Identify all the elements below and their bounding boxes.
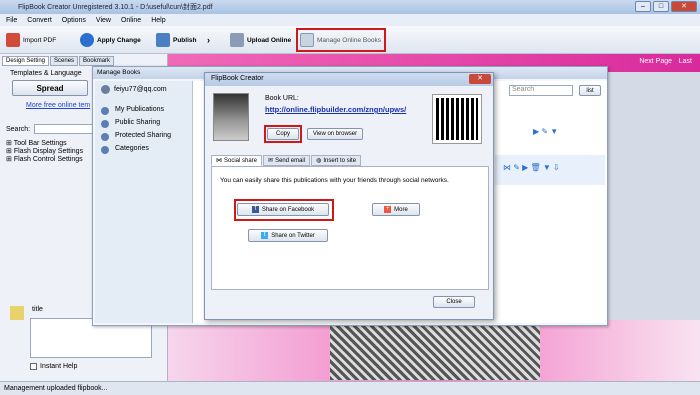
manage-icon bbox=[300, 33, 314, 47]
menu-help[interactable]: Help bbox=[151, 17, 165, 24]
next-page-button[interactable]: Next Page bbox=[639, 58, 672, 65]
minimize-button[interactable]: – bbox=[635, 1, 651, 12]
nav-categories[interactable]: Categories bbox=[95, 145, 192, 158]
share-description: You can easily share this publications w… bbox=[220, 177, 449, 184]
tab-design-setting[interactable]: Design Setting bbox=[2, 56, 50, 66]
user-icon bbox=[101, 85, 110, 94]
title-bar: FlipBook Creator Unregistered 3.10.1 - D… bbox=[0, 0, 700, 14]
dialog-close-button[interactable]: Close bbox=[433, 296, 475, 308]
plus-icon: + bbox=[384, 206, 392, 213]
manage-online-books-button[interactable]: Manage Online Books bbox=[296, 28, 386, 52]
instant-help-checkbox[interactable]: Instant Help bbox=[30, 363, 77, 370]
menu-file[interactable]: File bbox=[6, 17, 17, 24]
publications-icon bbox=[101, 107, 109, 115]
close-button[interactable]: ✕ bbox=[671, 1, 697, 12]
upload-icon bbox=[230, 33, 244, 47]
book-thumbnail bbox=[213, 93, 249, 141]
flash-display-settings[interactable]: ⊞ Flash Display Settings bbox=[6, 148, 83, 156]
maximize-button[interactable]: □ bbox=[653, 1, 669, 12]
publish-button[interactable]: Publish bbox=[156, 31, 196, 49]
copy-button[interactable]: Copy bbox=[267, 128, 299, 140]
more-templates-link[interactable]: More free online tem bbox=[26, 102, 90, 109]
tab-send-email[interactable]: ✉ Send email bbox=[263, 155, 311, 166]
search-input[interactable] bbox=[34, 124, 94, 134]
list-view-button[interactable]: list bbox=[579, 85, 601, 96]
user-row: feiyu77@qq.com bbox=[95, 81, 192, 98]
nav-public-sharing[interactable]: Public Sharing bbox=[95, 119, 192, 132]
twitter-icon: t bbox=[261, 232, 269, 239]
apply-change-button[interactable]: Apply Change bbox=[80, 31, 141, 49]
status-bar: Management uploaded flipbook... bbox=[0, 381, 700, 395]
import-pdf-button[interactable]: Import PDF bbox=[6, 31, 56, 49]
facebook-icon: f bbox=[251, 206, 259, 213]
tab-bookmark[interactable]: Bookmark bbox=[79, 56, 115, 66]
search-label: Search: bbox=[6, 126, 31, 133]
menu-convert[interactable]: Convert bbox=[27, 17, 52, 24]
publish-icon bbox=[156, 33, 170, 47]
dialog-close-icon[interactable]: ✕ bbox=[469, 74, 491, 84]
pdf-icon bbox=[6, 33, 20, 47]
refresh-icon bbox=[80, 33, 94, 47]
nav-my-publications[interactable]: My Publications bbox=[95, 106, 192, 119]
tab-social-share[interactable]: ⋈ Social share bbox=[211, 155, 263, 166]
share-dialog: FlipBook Creator ✕ Book URL: http://onli… bbox=[204, 72, 494, 320]
globe-icon bbox=[101, 120, 109, 128]
tab-insert-to-site[interactable]: ◍ Insert to site bbox=[311, 155, 362, 166]
menu-options[interactable]: Options bbox=[62, 17, 86, 24]
row2-actions-icon[interactable]: ⋈ ✎ ▶ 🗑 ▼ ⇩ bbox=[503, 163, 560, 172]
last-page-button[interactable]: Last bbox=[679, 58, 692, 65]
social-share-panel: You can easily share this publications w… bbox=[211, 166, 489, 290]
upload-online-button[interactable]: Upload Online bbox=[230, 31, 291, 49]
qr-code-icon bbox=[432, 94, 482, 144]
spread-button[interactable]: Spread bbox=[12, 80, 88, 96]
share-tabs: ⋈ Social share ✉ Send email ◍ Insert to sit… bbox=[211, 155, 362, 166]
tab-scenes[interactable]: Scenes bbox=[50, 56, 79, 66]
share-facebook-button[interactable]: f Share on Facebook bbox=[237, 203, 329, 216]
tool-bar-settings[interactable]: ⊞ Tool Bar Settings bbox=[6, 140, 83, 148]
note-icon bbox=[10, 306, 24, 320]
categories-icon bbox=[101, 146, 109, 154]
dialog-title: FlipBook Creator bbox=[205, 73, 493, 86]
share-twitter-button[interactable]: t Share on Twitter bbox=[248, 229, 328, 242]
templates-label: Templates & Language bbox=[10, 70, 82, 77]
menu-view[interactable]: View bbox=[96, 17, 111, 24]
user-email: feiyu77@qq.com bbox=[114, 86, 167, 93]
book-url-label: Book URL: bbox=[265, 95, 299, 102]
book-page-image bbox=[330, 318, 540, 380]
manage-sidebar: feiyu77@qq.com My Publications Public Sh… bbox=[95, 81, 193, 323]
globe-icon: ◍ bbox=[316, 158, 322, 164]
book-url-link[interactable]: http://online.flipbuilder.com/zngn/upws/ bbox=[265, 105, 406, 114]
nav-protected-sharing[interactable]: Protected Sharing bbox=[95, 132, 192, 145]
status-text: Management uploaded flipbook... bbox=[4, 385, 108, 392]
shield-icon bbox=[101, 133, 109, 141]
menu-bar: File Convert Options View Online Help bbox=[0, 14, 700, 26]
flash-control-settings[interactable]: ⊞ Flash Control Settings bbox=[6, 156, 83, 164]
email-icon: ✉ bbox=[268, 158, 274, 164]
toolbar: Import PDF Apply Change Publish › Upload… bbox=[0, 26, 700, 54]
manage-search-input[interactable]: Search bbox=[509, 85, 573, 96]
view-on-browser-button[interactable]: View on browser bbox=[307, 128, 363, 140]
row-actions-icon[interactable]: ▶ ✎ ▼ bbox=[533, 127, 558, 136]
share-icon: ⋈ bbox=[216, 158, 222, 164]
menu-online[interactable]: Online bbox=[121, 17, 141, 24]
chevron-right-icon: › bbox=[207, 35, 210, 45]
window-title: FlipBook Creator Unregistered 3.10.1 - D… bbox=[18, 4, 213, 11]
title-label: title bbox=[32, 306, 43, 313]
more-button[interactable]: + More bbox=[372, 203, 420, 216]
